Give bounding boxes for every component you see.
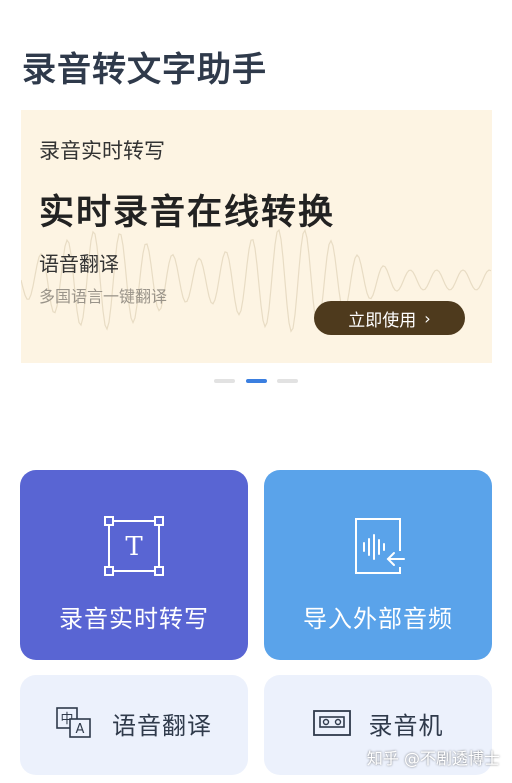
promo-banner[interactable]: 录音实时转写 实时录音在线转换 语音翻译 多国语言一键翻译 立即使用 ›	[21, 110, 492, 363]
app-title: 录音转文字助手	[22, 50, 267, 90]
carousel-dot[interactable]	[214, 379, 235, 383]
card-label: 导入外部音频	[303, 605, 453, 633]
card-label: 录音实时转写	[59, 605, 209, 633]
carousel-dot[interactable]	[277, 379, 298, 383]
realtime-transcribe-card[interactable]: T 录音实时转写	[20, 470, 248, 660]
import-audio-card[interactable]: 导入外部音频	[264, 470, 492, 660]
text-frame-icon: T	[104, 516, 164, 576]
banner-headline: 实时录音在线转换	[39, 193, 336, 233]
cassette-icon	[312, 710, 351, 736]
use-now-button[interactable]: 立即使用 ›	[314, 301, 465, 335]
card-label: 录音机	[368, 711, 444, 740]
voice-translate-card[interactable]: 中 A 语音翻译	[20, 675, 248, 775]
carousel-indicator	[0, 379, 512, 385]
card-label: 语音翻译	[112, 711, 212, 740]
translate-icon: 中 A	[56, 707, 91, 738]
svg-text:A: A	[76, 722, 85, 737]
carousel-dot-active[interactable]	[246, 379, 267, 383]
chevron-right-icon: ›	[424, 308, 431, 328]
banner-feature: 语音翻译	[39, 252, 119, 276]
audio-import-icon	[355, 518, 406, 574]
banner-feature-desc: 多国语言一键翻译	[39, 287, 168, 306]
svg-text:T: T	[125, 532, 143, 562]
banner-subtitle: 录音实时转写	[39, 139, 165, 163]
use-now-label: 立即使用	[348, 310, 417, 331]
watermark: 知乎 @不剧透博士	[366, 749, 500, 768]
